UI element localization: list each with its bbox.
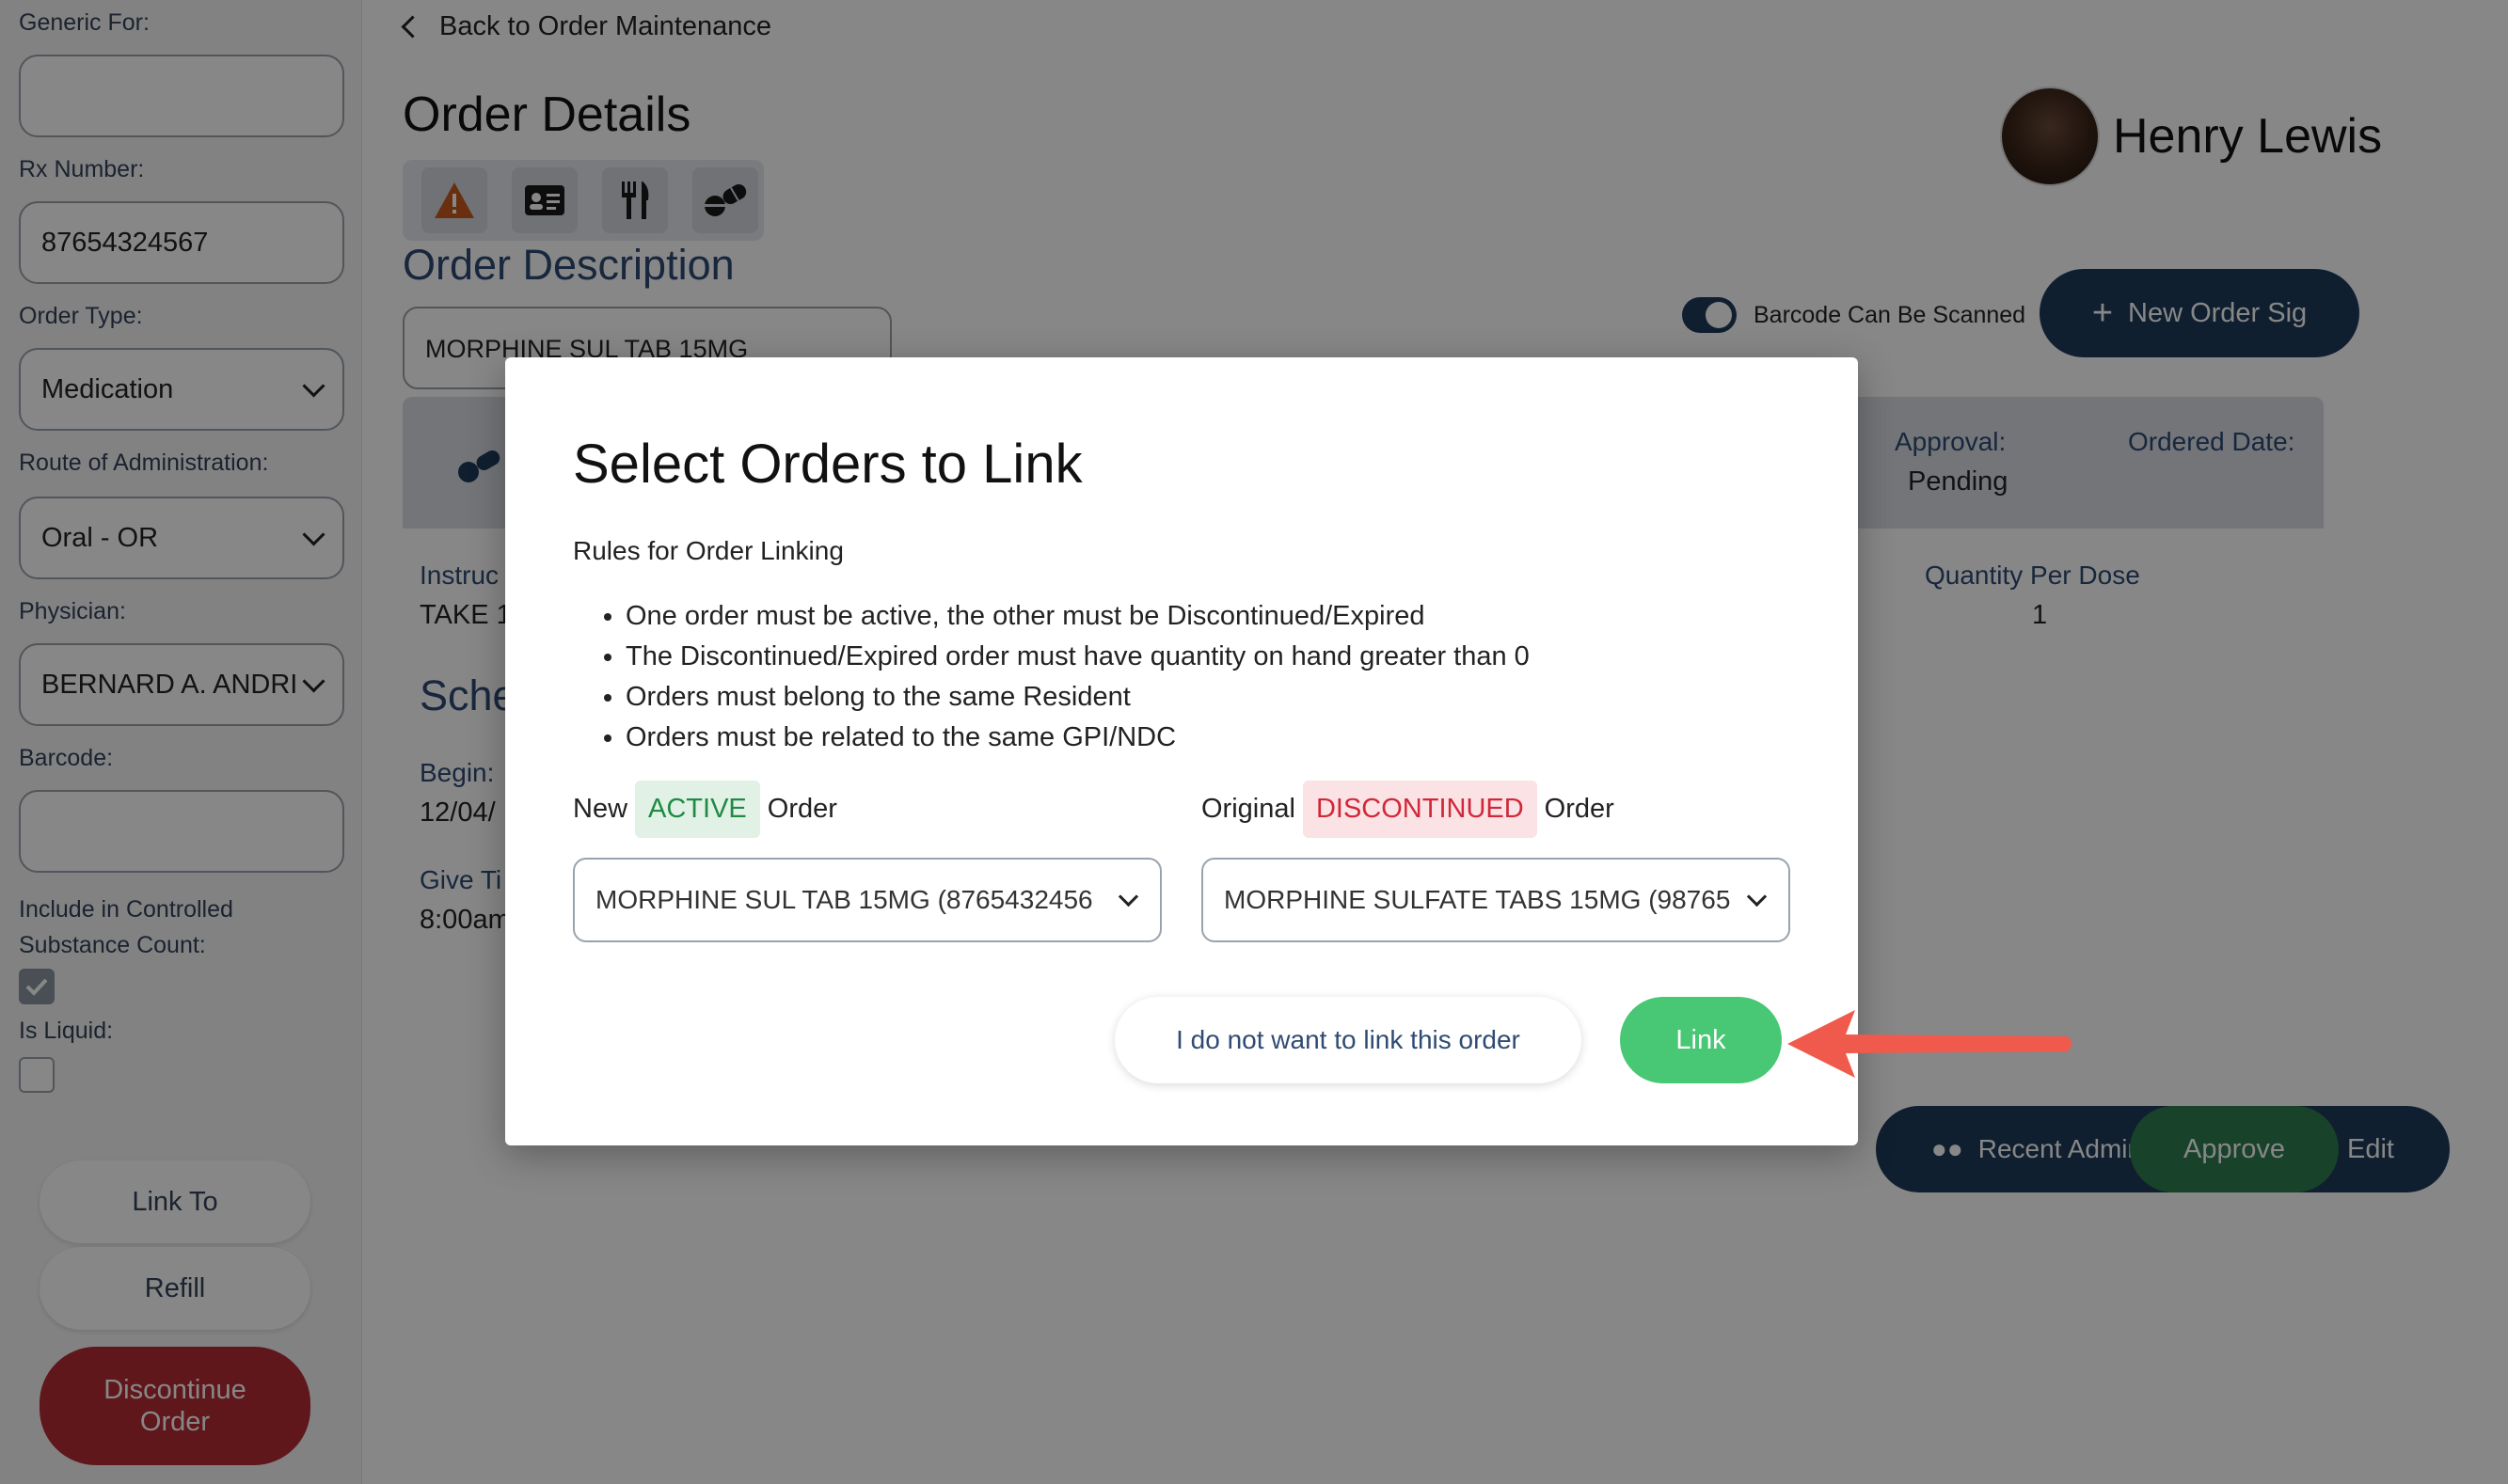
order-word: Order — [1544, 794, 1614, 824]
rule-item: Orders must be related to the same GPI/N… — [626, 718, 1530, 758]
discontinued-badge: DISCONTINUED — [1302, 781, 1537, 838]
decline-link-button[interactable]: I do not want to link this order — [1115, 997, 1581, 1083]
original-order-select[interactable]: MORPHINE SULFATE TABS 15MG (98765 — [1201, 858, 1790, 942]
original-order-select-value: MORPHINE SULFATE TABS 15MG (98765 — [1224, 885, 1731, 914]
link-button[interactable]: Link — [1620, 997, 1782, 1083]
chevron-down-icon — [1746, 886, 1768, 908]
rules-list: One order must be active, the other must… — [573, 596, 1530, 758]
active-badge: ACTIVE — [635, 781, 760, 838]
arrow-pointer-icon — [1787, 1010, 2071, 1078]
rule-item: Orders must belong to the same Resident — [626, 677, 1530, 718]
original-prefix: Original — [1201, 794, 1295, 824]
link-orders-dialog: Select Orders to Link Rules for Order Li… — [505, 357, 1858, 1145]
rule-item: One order must be active, the other must… — [626, 596, 1530, 637]
new-order-label: New ACTIVE Order — [573, 781, 837, 838]
rules-heading: Rules for Order Linking — [573, 536, 844, 565]
dialog-title: Select Orders to Link — [573, 434, 1083, 495]
order-word: Order — [767, 794, 837, 824]
original-order-label: Original DISCONTINUED Order — [1201, 781, 1614, 838]
new-order-select-value: MORPHINE SUL TAB 15MG (8765432456 — [595, 885, 1093, 914]
new-prefix: New — [573, 794, 628, 824]
chevron-down-icon — [1118, 886, 1139, 908]
rule-item: The Discontinued/Expired order must have… — [626, 637, 1530, 677]
new-order-select[interactable]: MORPHINE SUL TAB 15MG (8765432456 — [573, 858, 1162, 942]
